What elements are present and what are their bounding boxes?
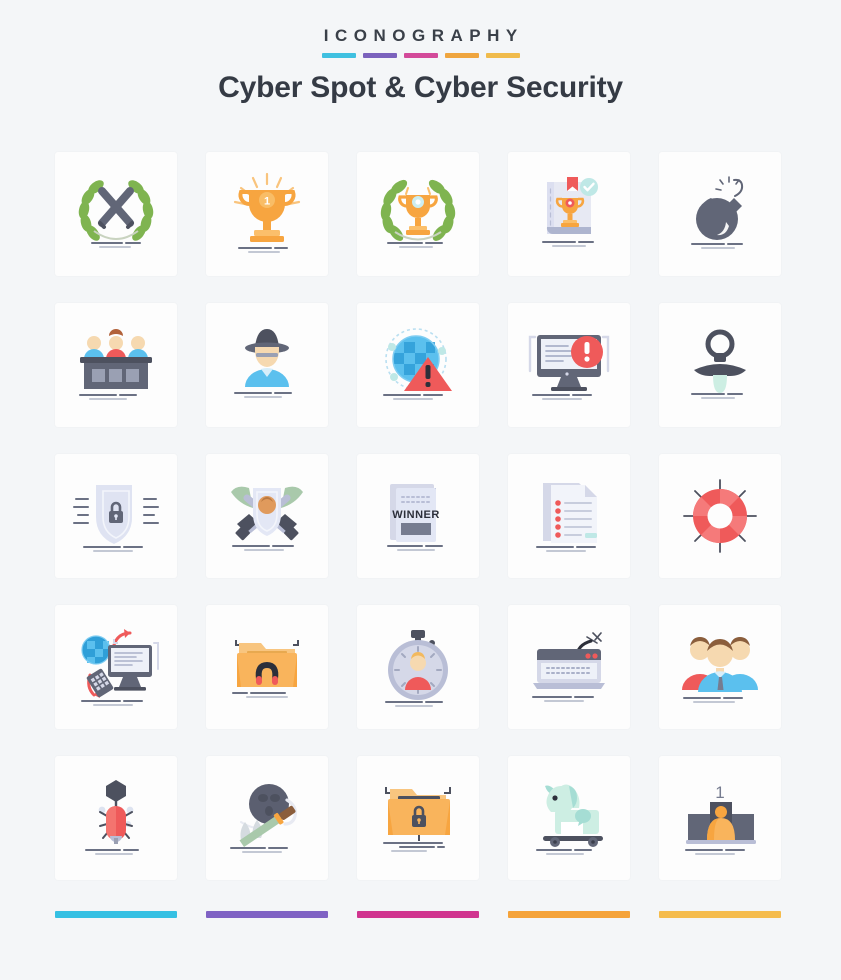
checklist-document-icon bbox=[536, 483, 597, 552]
spy-hacker-icon bbox=[234, 329, 292, 398]
footer-color-bars bbox=[55, 911, 781, 918]
icon-cell-pacifier[interactable] bbox=[659, 303, 781, 427]
page-title: Cyber Spot & Cyber Security bbox=[218, 71, 623, 104]
icon-cell-jury-panel[interactable] bbox=[55, 303, 177, 427]
icon-cell-laurel-wreath-swords[interactable] bbox=[55, 152, 177, 276]
footer-bar-4 bbox=[508, 911, 630, 918]
stopwatch-user-icon bbox=[385, 630, 448, 707]
shield-crossed-swords-icon bbox=[231, 486, 303, 551]
icon-cell-globe-warning[interactable] bbox=[357, 303, 479, 427]
icon-cell-bug-hammer[interactable] bbox=[55, 756, 177, 880]
footer-bar-2 bbox=[206, 911, 328, 918]
icon-cell-laurel-wreath-trophy[interactable] bbox=[357, 152, 479, 276]
winner-poster-label: WINNER bbox=[392, 509, 440, 521]
shield-lock-icon bbox=[73, 485, 159, 552]
globe-warning-icon bbox=[383, 328, 452, 400]
laurel-wreath-trophy-icon bbox=[380, 179, 456, 248]
winner-poster-icon: WINNER bbox=[387, 484, 443, 551]
monitor-error-icon bbox=[528, 335, 610, 400]
footer-bar-1 bbox=[55, 911, 177, 918]
icon-cell-shield-crossed-swords[interactable] bbox=[206, 454, 328, 578]
icon-cell-trojan-horse[interactable] bbox=[508, 756, 630, 880]
bug-hammer-icon bbox=[85, 780, 139, 855]
team-group-icon bbox=[682, 637, 758, 703]
footer-bar-3 bbox=[357, 911, 479, 918]
data-transfer-computer-icon bbox=[81, 629, 159, 706]
icon-cell-life-ring[interactable] bbox=[659, 454, 781, 578]
icon-cell-spy-hacker[interactable] bbox=[206, 303, 328, 427]
trophy-first-place-icon: 1 bbox=[233, 172, 301, 253]
icon-cell-trophy-first-place[interactable]: 1 bbox=[206, 152, 328, 276]
trophy-rank-badge: 1 bbox=[264, 196, 270, 208]
accent-dash-row bbox=[0, 53, 841, 58]
icon-cell-data-transfer-computer[interactable] bbox=[55, 605, 177, 729]
icon-pack-page: ICONOGRAPHY Cyber Spot & Cyber Security bbox=[0, 0, 841, 980]
laurel-wreath-swords-icon bbox=[78, 180, 154, 248]
bomb-sword-icon bbox=[230, 784, 297, 853]
podium-rank-badge: 1 bbox=[715, 783, 724, 802]
icon-cell-certificate-trophy[interactable] bbox=[508, 152, 630, 276]
icon-grid: 1 WINNER 1 bbox=[55, 152, 781, 880]
icon-cell-winner-podium[interactable]: 1 bbox=[659, 756, 781, 880]
icon-cell-stopwatch-user[interactable] bbox=[357, 605, 479, 729]
certificate-trophy-icon bbox=[542, 177, 598, 247]
kicker-text: ICONOGRAPHY bbox=[323, 26, 524, 45]
icon-cell-checklist-document[interactable] bbox=[508, 454, 630, 578]
life-ring-icon bbox=[683, 479, 757, 553]
footer-bar-5 bbox=[659, 911, 781, 918]
jury-panel-icon bbox=[79, 329, 152, 400]
icon-cell-browser-phishing-hook[interactable] bbox=[508, 605, 630, 729]
icon-cell-team-group[interactable] bbox=[659, 605, 781, 729]
icon-cell-folder-magnet[interactable] bbox=[206, 605, 328, 729]
bomb-icon bbox=[691, 176, 744, 249]
accent-dash-2 bbox=[362, 53, 397, 58]
icon-cell-monitor-error[interactable] bbox=[508, 303, 630, 427]
icon-cell-bomb-sword[interactable] bbox=[206, 756, 328, 880]
accent-dash-1 bbox=[321, 53, 356, 58]
icon-cell-winner-poster[interactable]: WINNER bbox=[357, 454, 479, 578]
page-header: ICONOGRAPHY Cyber Spot & Cyber Security bbox=[0, 0, 841, 105]
trojan-horse-icon bbox=[536, 784, 603, 855]
folder-lock-icon bbox=[383, 787, 451, 852]
icon-cell-folder-lock[interactable] bbox=[357, 756, 479, 880]
pacifier-icon bbox=[691, 329, 746, 399]
icon-cell-bomb[interactable] bbox=[659, 152, 781, 276]
winner-podium-icon: 1 bbox=[685, 783, 756, 855]
icon-cell-shield-lock[interactable] bbox=[55, 454, 177, 578]
accent-dash-4 bbox=[444, 53, 479, 58]
accent-dash-5 bbox=[485, 53, 520, 58]
folder-magnet-icon bbox=[232, 640, 299, 698]
browser-phishing-hook-icon bbox=[532, 632, 605, 702]
accent-dash-3 bbox=[403, 53, 438, 58]
